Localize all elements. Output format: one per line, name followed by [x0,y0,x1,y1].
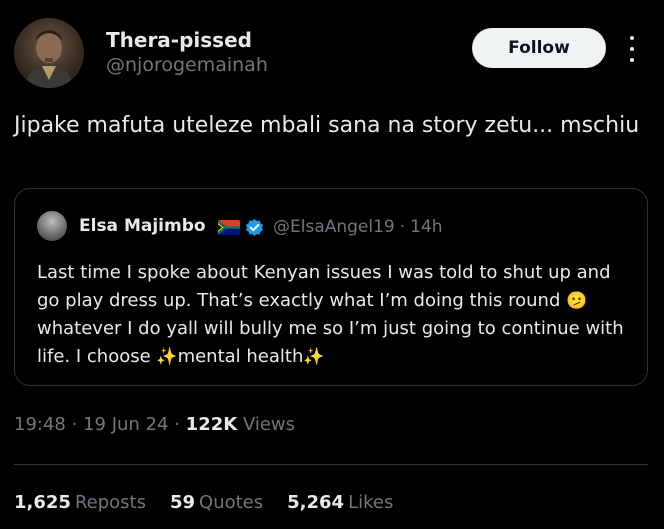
views-label: Views [242,414,296,435]
likes-count: 5,264 [287,492,345,513]
quotes-label: Quotes [199,492,264,513]
likes-stat[interactable]: 5,264 Likes [287,492,393,513]
follow-button[interactable]: Follow [472,28,606,68]
separator-dot: · [399,217,406,237]
tweet-date[interactable]: 19 Jun 24 [83,414,168,435]
quoted-text-part: whatever I do yall will bully me so I’m … [37,318,624,367]
reposts-stat[interactable]: 1,625 Reposts [14,492,146,513]
quotes-count: 59 [169,492,196,513]
tweet-meta: 19:48 · 19 Jun 24 · 122K Views [14,414,295,435]
quoted-text-part: mental health [177,346,304,367]
author-avatar[interactable] [14,18,84,88]
quoted-text-part: Last time I spoke about Kenyan issues I … [37,262,611,311]
views-count: 122K [185,414,238,435]
separator-dot: · [71,414,78,435]
tweet-text: Jipake mafuta uteleze mbali sana na stor… [14,113,640,138]
quoted-tweet-text: Last time I spoke about Kenyan issues I … [37,259,637,371]
tweet-time[interactable]: 19:48 [14,414,66,435]
divider [14,464,648,465]
quoted-timestamp[interactable]: 14h [410,217,442,237]
south-africa-flag-icon [218,220,240,235]
worried-face-emoji: 🫤 [566,291,588,311]
sparkles-emoji: ✨ [303,347,325,367]
author-handle[interactable]: @njorogemainah [106,54,268,76]
author-display-name[interactable]: Thera-pissed [106,28,252,52]
reposts-label: Reposts [74,492,146,513]
quote-tweet-card[interactable]: Elsa Majimbo @ElsaAngel19 · 14h Last time … [14,188,648,386]
reposts-count: 1,625 [14,492,71,513]
author-avatar-image [24,30,74,88]
likes-label: Likes [348,492,394,513]
quoted-author-handle: @ElsaAngel19 [273,217,395,237]
sparkles-emoji: ✨ [156,347,178,367]
quotes-stat[interactable]: 59 Quotes [170,492,263,513]
quoted-author-meta: @ElsaAngel19 · 14h [273,217,443,237]
quoted-author-display-name: Elsa Majimbo [79,216,206,236]
quoted-author-avatar[interactable] [37,211,67,241]
engagement-stats: 1,625 Reposts 59 Quotes 5,264 Likes [14,492,417,513]
separator-dot: · [174,414,180,435]
more-options-icon[interactable] [626,36,638,62]
verified-badge-icon [245,218,264,237]
